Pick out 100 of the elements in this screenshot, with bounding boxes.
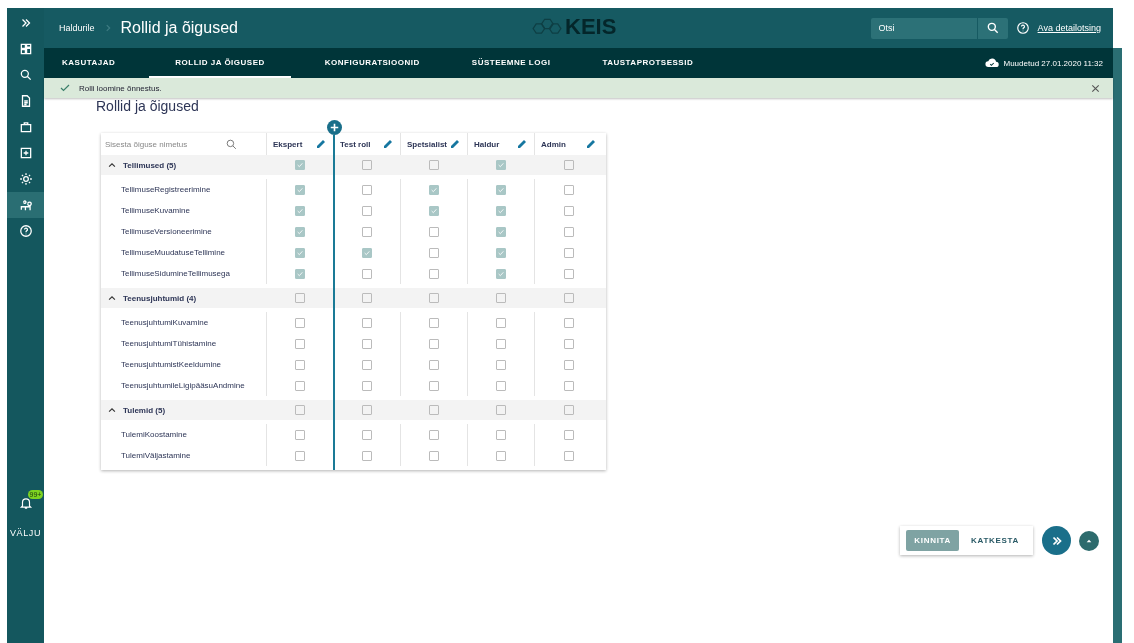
checkbox[interactable] bbox=[564, 184, 574, 195]
checkbox[interactable] bbox=[362, 405, 372, 415]
checkbox[interactable] bbox=[496, 184, 506, 195]
checkbox[interactable] bbox=[496, 429, 506, 440]
search-button[interactable] bbox=[977, 17, 1008, 39]
checkbox[interactable] bbox=[429, 160, 439, 170]
checkbox[interactable] bbox=[429, 317, 439, 328]
checkbox[interactable] bbox=[496, 293, 506, 303]
checkbox[interactable] bbox=[429, 380, 439, 391]
help-icon[interactable] bbox=[1015, 21, 1030, 35]
pencil-icon[interactable] bbox=[585, 138, 597, 150]
checkbox[interactable] bbox=[295, 429, 305, 440]
checkbox[interactable] bbox=[564, 405, 574, 415]
checkbox[interactable] bbox=[564, 338, 574, 349]
checkbox[interactable] bbox=[295, 380, 305, 391]
checkbox[interactable] bbox=[496, 226, 506, 237]
checkbox[interactable] bbox=[362, 205, 372, 216]
checkbox[interactable] bbox=[362, 247, 372, 258]
tab[interactable]: KASUTAJAD bbox=[44, 48, 134, 78]
checkbox[interactable] bbox=[429, 359, 439, 370]
collapse-icon[interactable] bbox=[107, 160, 117, 170]
checkbox[interactable] bbox=[295, 317, 305, 328]
checkbox[interactable] bbox=[295, 184, 305, 195]
checkbox[interactable] bbox=[295, 293, 305, 303]
checkbox[interactable] bbox=[564, 450, 574, 461]
checkbox[interactable] bbox=[429, 293, 439, 303]
checkbox[interactable] bbox=[564, 293, 574, 303]
checkbox[interactable] bbox=[564, 380, 574, 391]
pencil-icon[interactable] bbox=[449, 138, 461, 150]
pencil-icon[interactable] bbox=[516, 138, 528, 150]
checkbox[interactable] bbox=[295, 450, 305, 461]
checkbox[interactable] bbox=[564, 429, 574, 440]
checkbox[interactable] bbox=[429, 205, 439, 216]
checkbox[interactable] bbox=[429, 268, 439, 279]
checkbox[interactable] bbox=[429, 405, 439, 415]
checkbox[interactable] bbox=[362, 450, 372, 461]
checkbox[interactable] bbox=[295, 247, 305, 258]
search-field[interactable]: Otsi bbox=[870, 17, 977, 39]
collapse-icon[interactable] bbox=[107, 405, 117, 415]
checkbox[interactable] bbox=[564, 205, 574, 216]
checkbox[interactable] bbox=[362, 429, 372, 440]
checkbox[interactable] bbox=[295, 338, 305, 349]
checkbox[interactable] bbox=[496, 268, 506, 279]
checkbox[interactable] bbox=[496, 450, 506, 461]
checkbox[interactable] bbox=[429, 429, 439, 440]
breadcrumb-link[interactable]: Haldurile bbox=[59, 23, 95, 33]
checkbox[interactable] bbox=[496, 160, 506, 170]
briefcase-icon bbox=[18, 120, 33, 134]
checkbox[interactable] bbox=[496, 359, 506, 370]
checkbox[interactable] bbox=[564, 226, 574, 237]
advanced-search-link[interactable]: Ava detailotsing bbox=[1037, 23, 1101, 33]
checkbox[interactable] bbox=[429, 338, 439, 349]
checkbox[interactable] bbox=[362, 184, 372, 195]
checkbox[interactable] bbox=[496, 338, 506, 349]
collapse-icon[interactable] bbox=[107, 293, 117, 303]
checkbox[interactable] bbox=[429, 247, 439, 258]
checkbox[interactable] bbox=[295, 226, 305, 237]
checkbox[interactable] bbox=[362, 160, 372, 170]
checkbox[interactable] bbox=[429, 450, 439, 461]
next-button[interactable] bbox=[1042, 526, 1071, 555]
checkbox[interactable] bbox=[496, 380, 506, 391]
checkbox[interactable] bbox=[496, 405, 506, 415]
checkbox[interactable] bbox=[564, 359, 574, 370]
checkbox[interactable] bbox=[429, 226, 439, 237]
search-icon[interactable] bbox=[225, 137, 238, 151]
check-icon bbox=[59, 82, 71, 94]
checkbox[interactable] bbox=[295, 405, 305, 415]
checkbox[interactable] bbox=[295, 359, 305, 370]
checkbox[interactable] bbox=[496, 317, 506, 328]
logout-button[interactable]: VÄLJU bbox=[10, 528, 41, 538]
checkbox[interactable] bbox=[362, 359, 372, 370]
bell-icon[interactable] bbox=[18, 496, 33, 510]
checkbox[interactable] bbox=[496, 205, 506, 216]
checkbox[interactable] bbox=[564, 247, 574, 258]
checkbox[interactable] bbox=[362, 317, 372, 328]
checkbox[interactable] bbox=[564, 317, 574, 328]
checkbox[interactable] bbox=[362, 268, 372, 279]
checkbox[interactable] bbox=[295, 205, 305, 216]
action-button[interactable]: KATKESTA bbox=[963, 530, 1027, 551]
checkbox[interactable] bbox=[496, 247, 506, 258]
tab[interactable]: SÜSTEEMNE LOGI bbox=[453, 48, 569, 78]
checkbox[interactable] bbox=[362, 226, 372, 237]
tab[interactable]: TAUSTAPROTSESSID bbox=[584, 48, 712, 78]
close-icon[interactable] bbox=[1090, 82, 1101, 94]
checkbox[interactable] bbox=[362, 380, 372, 391]
pencil-icon[interactable] bbox=[382, 138, 394, 150]
sidebar-item[interactable] bbox=[7, 192, 44, 218]
settings-icon bbox=[18, 172, 33, 186]
checkbox[interactable] bbox=[564, 160, 574, 170]
checkbox[interactable] bbox=[429, 184, 439, 195]
checkbox[interactable] bbox=[295, 268, 305, 279]
checkbox[interactable] bbox=[362, 338, 372, 349]
pencil-icon[interactable] bbox=[315, 138, 327, 150]
add-column-icon[interactable] bbox=[326, 120, 342, 135]
scroll-up-button[interactable] bbox=[1079, 530, 1099, 551]
tab[interactable]: KONFIGURATSIOONID bbox=[306, 48, 438, 78]
checkbox[interactable] bbox=[362, 293, 372, 303]
checkbox[interactable] bbox=[295, 160, 305, 170]
checkbox[interactable] bbox=[564, 268, 574, 279]
group-name: Tellimused (5) bbox=[123, 160, 177, 170]
